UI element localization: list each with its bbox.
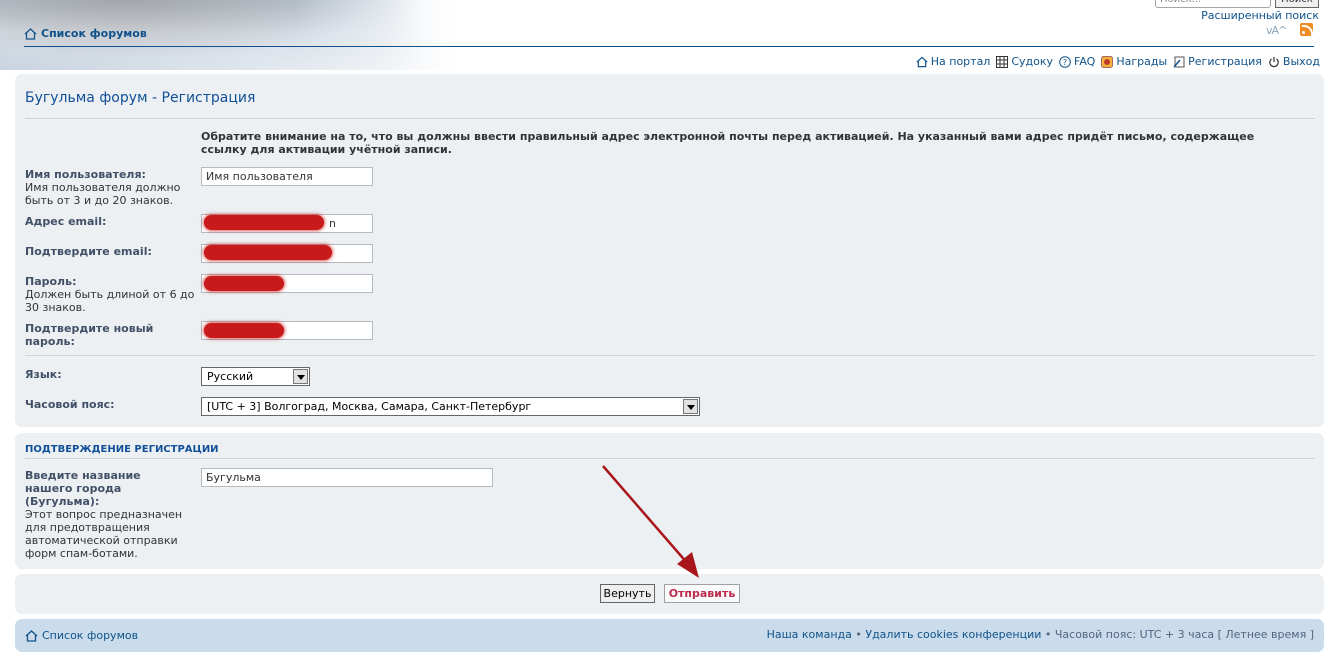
email-confirm-label: Подтвердите email: xyxy=(25,245,152,258)
nav-sudoku[interactable]: Судоку xyxy=(996,55,1053,68)
help-icon: ? xyxy=(1059,55,1071,68)
password-confirm-label-block: Подтвердите новый пароль: xyxy=(25,322,175,348)
separator: • xyxy=(851,628,866,641)
delete-cookies-link[interactable]: Удалить cookies конференции xyxy=(865,628,1041,641)
password-label-block: Пароль: Должен быть длиной от 6 до 30 зн… xyxy=(25,275,195,314)
forum-index-label: Список форумов xyxy=(41,27,147,40)
section-divider xyxy=(25,458,1315,459)
submit-button[interactable]: Отправить xyxy=(664,584,740,603)
timezone-value: [UTC + 3] Волгоград, Москва, Самара, Сан… xyxy=(207,400,532,413)
nav-faq-label: FAQ xyxy=(1074,55,1096,68)
register-icon xyxy=(1173,56,1185,67)
separator: • xyxy=(1041,628,1055,641)
password-confirm-label: Подтвердите новый пароль: xyxy=(25,322,154,348)
nav-logout[interactable]: Выход xyxy=(1268,55,1320,68)
nav-awards[interactable]: Награды xyxy=(1101,55,1167,68)
language-value: Русский xyxy=(207,370,254,383)
reset-button[interactable]: Вернуть xyxy=(600,584,655,603)
password-hint: Должен быть длиной от 6 до 30 знаков. xyxy=(25,288,195,314)
nav-sudoku-label: Судоку xyxy=(1011,55,1054,68)
timezone-label-block: Часовой пояс: xyxy=(25,398,115,411)
email-notice: Обратите внимание на то, что вы должны в… xyxy=(201,130,1255,156)
username-label-block: Имя пользователя: Имя пользователя должн… xyxy=(25,168,195,207)
timezone-select[interactable]: [UTC + 3] Волгоград, Москва, Самара, Сан… xyxy=(201,397,700,416)
team-link[interactable]: Наша команда xyxy=(767,628,852,641)
captcha-hint: Этот вопрос предназначен для предотвраще… xyxy=(25,508,183,560)
header-divider xyxy=(24,46,1314,47)
redaction-mark xyxy=(204,323,284,338)
footer-forum-index-label: Список форумов xyxy=(42,629,139,642)
chevron-down-icon[interactable] xyxy=(293,369,308,384)
section-divider xyxy=(25,355,1315,356)
nav-links: На портал Судоку ? FAQ Награды Регистрац… xyxy=(916,55,1320,68)
section-title: Подтверждение регистрации xyxy=(25,444,219,455)
rss-icon[interactable] xyxy=(1300,23,1313,36)
captcha-question-label: Введите название нашего города (Бугульма… xyxy=(25,469,141,508)
footer-links: Наша команда • Удалить cookies конференц… xyxy=(767,628,1314,641)
power-icon xyxy=(1269,56,1279,67)
chevron-down-icon[interactable] xyxy=(683,399,698,414)
registration-panel: Бугульма форум - Регистрация Обратите вн… xyxy=(15,74,1324,427)
nav-register-label: Регистрация xyxy=(1188,55,1262,68)
username-label: Имя пользователя: xyxy=(25,168,146,181)
svg-text:?: ? xyxy=(1063,58,1067,67)
page-header: Список форумов Поиск... Поиск Расширенны… xyxy=(0,0,1338,70)
email-label: Адрес email: xyxy=(25,215,107,228)
grid-icon xyxy=(996,55,1009,68)
nav-register[interactable]: Регистрация xyxy=(1173,55,1262,68)
home-icon xyxy=(916,56,928,67)
forum-index-link[interactable]: Список форумов xyxy=(24,27,147,40)
language-label-block: Язык: xyxy=(25,368,62,381)
nav-faq[interactable]: ? FAQ xyxy=(1059,55,1095,68)
page-title: Бугульма форум - Регистрация xyxy=(25,90,256,106)
email-confirm-label-block: Подтвердите email: xyxy=(25,245,152,258)
font-size-icon[interactable]: vA^ xyxy=(1266,24,1287,37)
username-hint: Имя пользователя должно быть от 3 и до 2… xyxy=(25,181,181,207)
annotation-arrow-icon xyxy=(602,465,699,578)
nav-logout-label: Выход xyxy=(1282,55,1320,68)
search-input[interactable]: Поиск... xyxy=(1155,0,1271,8)
language-select[interactable]: Русский xyxy=(201,367,310,386)
email-value-tail: n xyxy=(329,217,336,230)
search-button[interactable]: Поиск xyxy=(1275,0,1319,8)
redaction-mark xyxy=(204,215,324,230)
email-label-block: Адрес email: xyxy=(25,215,106,228)
captcha-label-block: Введите название нашего города (Бугульма… xyxy=(25,469,190,560)
language-label: Язык: xyxy=(25,368,62,381)
nav-portal[interactable]: На портал xyxy=(916,55,991,68)
home-icon xyxy=(25,629,38,642)
redaction-mark xyxy=(204,245,332,260)
username-input[interactable]: Имя пользователя xyxy=(201,167,373,186)
award-icon xyxy=(1101,55,1114,68)
redaction-mark xyxy=(204,276,284,291)
page-footer: Список форумов Наша команда • Удалить co… xyxy=(15,619,1324,652)
timezone-label: Часовой пояс: xyxy=(25,398,115,411)
title-divider xyxy=(25,118,1315,119)
footer-forum-index-link[interactable]: Список форумов xyxy=(25,629,138,642)
nav-awards-label: Награды xyxy=(1116,55,1168,68)
advanced-search-link[interactable]: Расширенный поиск xyxy=(1201,9,1319,22)
captcha-answer-input[interactable]: Бугульма xyxy=(201,468,493,487)
footer-timezone: Часовой пояс: UTC + 3 часа [ Летнее врем… xyxy=(1054,628,1314,641)
password-label: Пароль: xyxy=(25,275,77,288)
home-icon xyxy=(24,27,37,40)
nav-portal-label: На портал xyxy=(930,55,991,68)
